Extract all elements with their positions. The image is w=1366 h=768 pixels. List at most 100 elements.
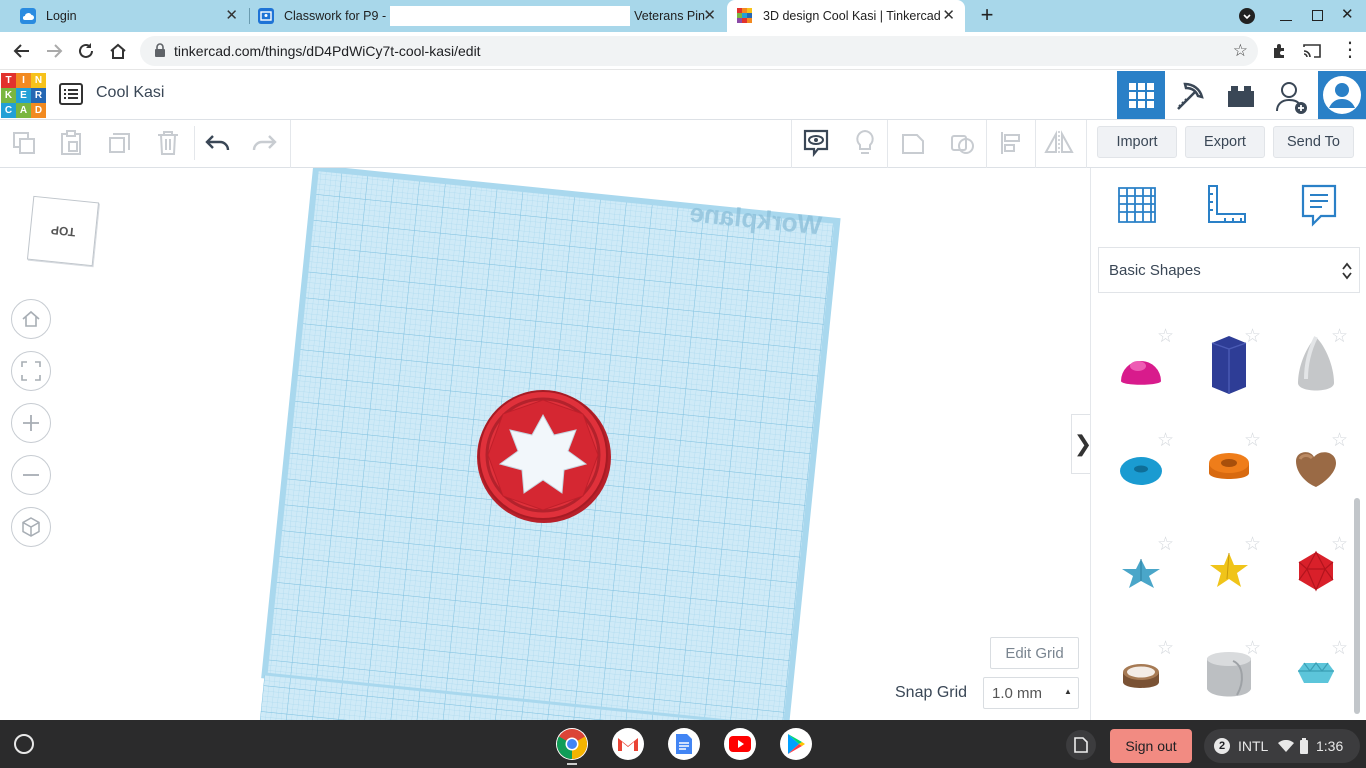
youtube-logo <box>729 736 751 752</box>
notes-button[interactable] <box>798 126 834 160</box>
export-button[interactable]: Export <box>1185 126 1265 158</box>
design-list-icon[interactable] <box>59 83 83 110</box>
copy-icon <box>13 132 35 154</box>
projection-button[interactable] <box>11 507 51 547</box>
redo-button[interactable] <box>246 126 282 160</box>
design-name[interactable]: Cool Kasi <box>96 84 164 102</box>
close-icon[interactable]: ✕ <box>703 8 716 24</box>
window-close-icon[interactable]: ✕ <box>1341 5 1354 23</box>
browser-tab-classwork[interactable]: Classwork for P9 - Veterans Pin ✕ <box>250 0 726 32</box>
send-to-button[interactable]: Send To <box>1273 126 1354 158</box>
fit-view-button[interactable] <box>11 351 51 391</box>
duplicate-button[interactable] <box>102 126 138 160</box>
paste-button[interactable] <box>53 126 89 160</box>
zoom-out-button[interactable] <box>11 455 51 495</box>
blocks-mode-button[interactable] <box>1170 76 1210 116</box>
edit-grid-button[interactable]: Edit Grid <box>990 637 1079 669</box>
torus-icon <box>1120 457 1162 485</box>
home-icon[interactable] <box>108 41 128 66</box>
favorite-star-icon[interactable]: ☆ <box>1331 429 1348 452</box>
fit-view-icon <box>21 361 41 381</box>
ruler-tool-button[interactable] <box>1205 182 1249 231</box>
home-view-icon <box>22 310 40 327</box>
favorite-star-icon[interactable]: ☆ <box>1244 325 1261 348</box>
workplane[interactable] <box>0 168 1090 720</box>
restore-icon[interactable] <box>1312 10 1323 21</box>
3d-viewport[interactable]: Workplane TOP ❯ Edit Grid Snap Grid 1.0 … <box>0 168 1090 720</box>
new-tab-icon[interactable]: + <box>976 4 998 27</box>
launcher-icon[interactable] <box>14 734 34 754</box>
user-avatar[interactable] <box>1318 71 1366 119</box>
favorite-star-icon[interactable]: ☆ <box>1244 533 1261 556</box>
clock: 1:36 <box>1316 738 1344 754</box>
favorite-star-icon[interactable]: ☆ <box>1157 533 1174 556</box>
tab-title: Classwork for P9 - <box>284 9 387 23</box>
favorite-star-icon[interactable]: ☆ <box>1244 429 1261 452</box>
invite-user-button[interactable] <box>1270 76 1314 118</box>
play-store-app-icon[interactable] <box>780 728 812 760</box>
play-store-logo <box>788 734 805 754</box>
hint-button[interactable] <box>847 126 883 160</box>
home-view-button[interactable] <box>11 299 51 339</box>
delete-button[interactable] <box>150 126 186 160</box>
import-button[interactable]: Import <box>1097 126 1177 158</box>
wifi-icon <box>1278 740 1294 752</box>
workplane-tool-button[interactable] <box>1115 182 1159 231</box>
bricks-mode-button[interactable] <box>1221 78 1261 114</box>
youtube-app-icon[interactable] <box>724 728 756 760</box>
bookmark-star-icon[interactable]: ☆ <box>1233 41 1248 61</box>
gmail-app-icon[interactable] <box>612 728 644 760</box>
sign-out-button[interactable]: Sign out <box>1110 729 1192 763</box>
close-icon[interactable]: ✕ <box>225 8 238 24</box>
paste-icon <box>61 130 81 155</box>
favorite-star-icon[interactable]: ☆ <box>1157 637 1174 660</box>
zoom-in-button[interactable] <box>11 403 51 443</box>
cloud-icon <box>20 8 36 24</box>
align-button[interactable] <box>993 126 1029 160</box>
undo-button[interactable] <box>200 126 236 160</box>
tote-icon[interactable] <box>1066 730 1096 760</box>
back-icon[interactable] <box>12 41 32 66</box>
browser-tab-tinkercad[interactable]: 3D design Cool Kasi | Tinkercad ✕ <box>727 0 965 32</box>
favorite-star-icon[interactable]: ☆ <box>1331 637 1348 660</box>
favorite-star-icon[interactable]: ☆ <box>1331 533 1348 556</box>
active-app-indicator <box>567 763 577 765</box>
ungroup-icon <box>951 135 974 154</box>
tinkercad-logo[interactable]: T I N K E R C A D <box>1 73 46 118</box>
grid-view-icon <box>1129 83 1154 108</box>
close-icon[interactable]: ✕ <box>942 8 955 24</box>
lock-icon <box>154 43 166 63</box>
browser-tab-login[interactable]: Login ✕ <box>10 0 248 32</box>
favorite-star-icon[interactable]: ☆ <box>1157 325 1174 348</box>
reload-icon[interactable] <box>76 41 96 66</box>
cast-icon[interactable] <box>1303 43 1321 64</box>
ungroup-button[interactable] <box>945 126 981 160</box>
view-cube[interactable]: TOP <box>26 195 100 267</box>
shapes-scrollbar[interactable] <box>1354 498 1360 714</box>
status-tray[interactable]: 2 INTL 1:36 <box>1204 729 1360 763</box>
view-3d-button[interactable] <box>1117 71 1165 119</box>
snap-grid-value: 1.0 mm <box>992 685 1043 702</box>
chrome-app-icon[interactable] <box>556 728 588 760</box>
collapse-panel-handle[interactable]: ❯ <box>1071 414 1090 474</box>
brick-icon <box>1228 86 1254 107</box>
group-button[interactable] <box>896 126 932 160</box>
extensions-icon[interactable] <box>1271 42 1289 65</box>
tab-search-icon[interactable] <box>1239 8 1255 24</box>
tab-title: Login <box>46 9 77 23</box>
snap-grid-select[interactable]: 1.0 mm ▲ <box>983 677 1079 709</box>
shape-category-select[interactable]: Basic Shapes <box>1098 247 1360 293</box>
design-object-badge[interactable] <box>477 390 611 523</box>
favorite-star-icon[interactable]: ☆ <box>1157 429 1174 452</box>
copy-button[interactable] <box>6 126 42 160</box>
browser-menu-icon[interactable]: ⋮ <box>1340 40 1360 60</box>
mirror-button[interactable] <box>1041 126 1077 160</box>
favorite-star-icon[interactable]: ☆ <box>1244 637 1261 660</box>
forward-icon[interactable] <box>44 41 64 66</box>
docs-app-icon[interactable] <box>668 728 700 760</box>
favorite-star-icon[interactable]: ☆ <box>1331 325 1348 348</box>
gem-icon <box>1298 662 1334 683</box>
notes-tool-button[interactable] <box>1299 182 1339 233</box>
minimize-icon[interactable] <box>1280 9 1292 21</box>
address-bar[interactable]: tinkercad.com/things/dD4PdWiCy7t-cool-ka… <box>140 36 1258 66</box>
